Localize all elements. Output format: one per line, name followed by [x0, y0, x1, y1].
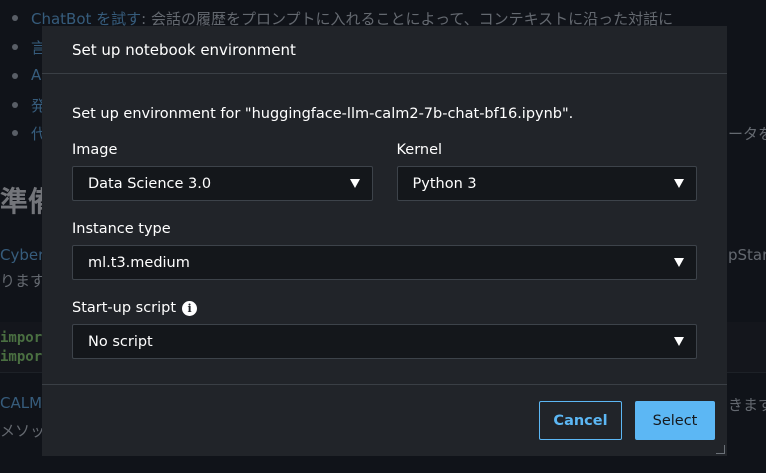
dialog-footer: Cancel Select	[42, 384, 727, 456]
kernel-select[interactable]: Python 3	[396, 166, 697, 201]
startup-script-field: Start-up script i No script	[72, 300, 697, 359]
dialog-intro: Set up environment for "huggingface-llm-…	[72, 106, 574, 122]
startup-script-select[interactable]: No script	[72, 324, 697, 359]
setup-notebook-dialog: Set up notebook environment Set up envir…	[42, 26, 727, 456]
dialog-header: Set up notebook environment	[42, 26, 727, 74]
kernel-label: Kernel	[396, 142, 443, 158]
select-button[interactable]: Select	[635, 401, 715, 440]
image-select-value: Data Science 3.0	[88, 175, 212, 192]
image-field: Image Data Science 3.0	[72, 142, 373, 201]
startup-script-value: No script	[88, 333, 153, 350]
startup-script-label: Start-up script	[72, 300, 177, 316]
instance-type-select[interactable]: ml.t3.medium	[72, 245, 697, 280]
cancel-button[interactable]: Cancel	[539, 401, 622, 440]
dialog-title: Set up notebook environment	[72, 40, 296, 59]
caret-down-icon	[674, 337, 684, 346]
image-kernel-row: Image Data Science 3.0 Kernel Python 3	[72, 142, 697, 201]
startup-script-label-row: Start-up script i	[72, 300, 697, 316]
kernel-select-value: Python 3	[412, 175, 477, 192]
caret-down-icon	[674, 258, 684, 267]
caret-down-icon	[349, 179, 360, 188]
caret-down-icon	[674, 179, 684, 188]
resize-grip-icon[interactable]	[716, 445, 725, 454]
instance-type-label: Instance type	[72, 221, 171, 237]
info-icon[interactable]: i	[182, 300, 198, 316]
dialog-body: Set up environment for "huggingface-llm-…	[42, 106, 727, 359]
image-select[interactable]: Data Science 3.0	[72, 166, 373, 201]
instance-type-value: ml.t3.medium	[88, 254, 190, 271]
kernel-field: Kernel Python 3	[396, 142, 697, 201]
instance-type-field: Instance type ml.t3.medium	[72, 221, 697, 280]
image-label: Image	[72, 142, 118, 158]
